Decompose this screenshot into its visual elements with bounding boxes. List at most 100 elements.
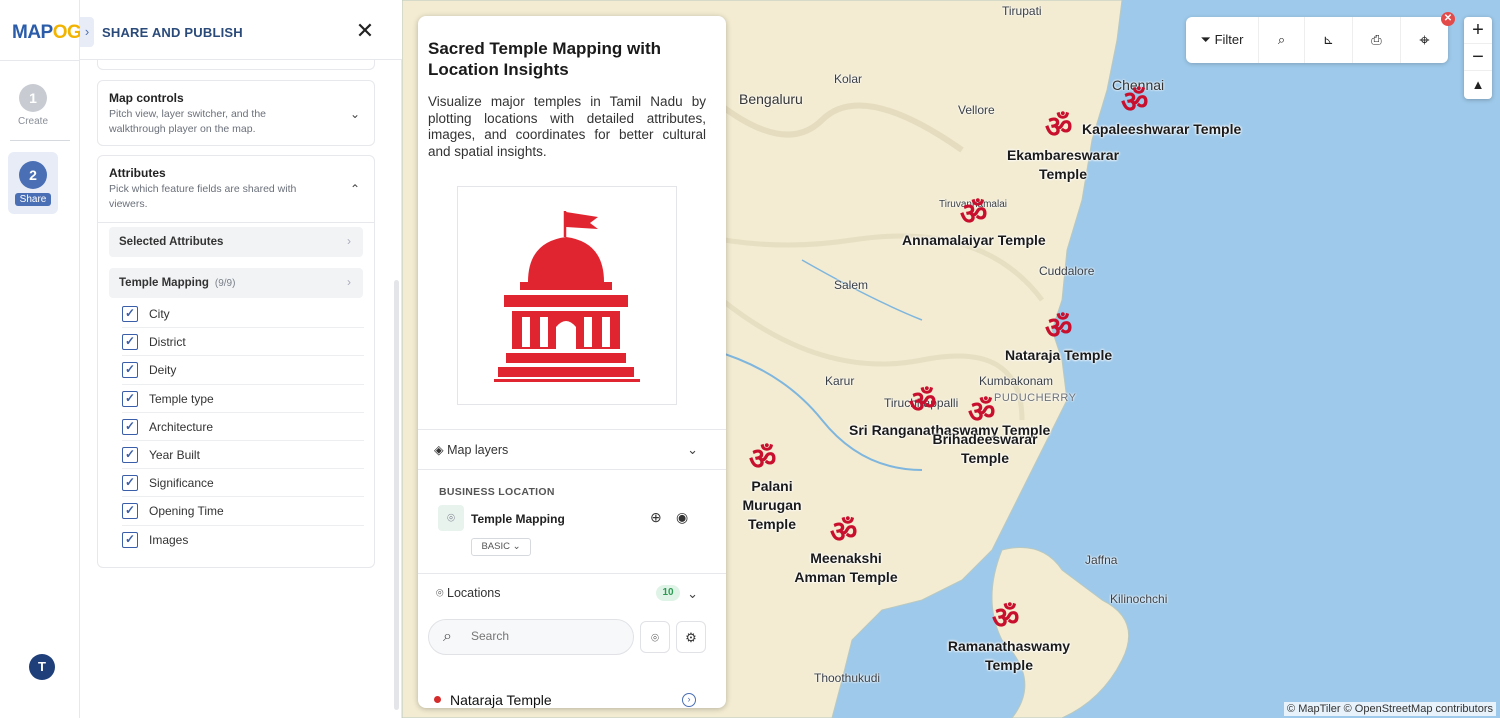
temple-image [457,186,677,405]
temple-icon [494,211,640,382]
attribute-row[interactable]: ✓ Architecture [122,413,364,441]
map-info-card: Sacred Temple Mapping with Location Insi… [418,16,726,708]
checkbox[interactable]: ✓ [122,531,138,548]
place-label: Thoothukudi [814,671,881,685]
divider [418,469,726,470]
map-layers-toggle[interactable]: ◈ Map layers [434,442,508,457]
step-number: 1 [19,84,47,112]
chevron-down-icon[interactable]: ⌄ [350,107,360,121]
card-title: Attributes [109,166,166,180]
place-label: Tirupati [1002,4,1042,18]
temple-label: Nataraja Temple [1005,347,1113,363]
checkbox[interactable]: ✓ [122,503,138,520]
om-marker-icon[interactable]: ॐ [1045,113,1072,143]
om-marker-icon[interactable]: ॐ [1045,314,1072,344]
selected-attributes-row[interactable]: Selected Attributes › [109,227,363,257]
divider [418,429,726,430]
attribute-row[interactable]: ✓ District [122,328,364,357]
zoom-in-icon[interactable]: + [1464,17,1492,44]
step-label: Share [14,193,52,206]
chevron-down-icon[interactable]: ⌄ [687,586,698,602]
location-dot [434,696,441,703]
pin-icon: ⌾ [651,630,659,645]
om-marker-icon[interactable]: ॐ [960,200,987,230]
settings-sliders-button[interactable]: ⚙ [676,621,706,653]
chevron-right-icon[interactable]: › [80,17,94,47]
checkbox[interactable]: ✓ [122,390,138,407]
temple-label: Palani Murugan Temple [742,478,802,532]
search-icon: ⌕ [443,628,452,645]
attribute-label: Significance [149,476,214,491]
chevron-right-icon[interactable]: › [682,693,696,707]
checkbox[interactable]: ✓ [122,475,138,492]
attribute-row[interactable]: ✓ Temple type [122,385,364,413]
pin-filter-button[interactable]: ⌾ [640,621,670,653]
layer-style-value: BASIC [481,541,510,552]
temple-mapping-group[interactable]: Temple Mapping (9/9) › [109,268,363,298]
close-icon[interactable]: ✕ [1441,12,1455,26]
attribute-label: Year Built [149,447,200,462]
card-description: Pick which feature fields are shared wit… [109,183,297,210]
om-marker-icon[interactable]: ॐ [1121,88,1148,118]
close-icon[interactable]: ✕ [354,20,376,42]
attribute-row[interactable]: ✓ Opening Time [122,497,364,526]
chevron-up-icon[interactable]: ⌃ [350,182,360,196]
place-label: PUDUCHERRY [994,392,1077,404]
locate-button[interactable]: ⌖ [1400,17,1448,63]
print-icon: ⎙ [1371,32,1382,47]
layer-name: Temple Mapping [471,512,565,526]
checkbox[interactable]: ✓ [122,418,138,435]
layer-style-dropdown[interactable]: BASIC ⌄ [471,538,531,556]
attribute-label: Images [149,532,189,547]
panel-scrollbar[interactable] [394,280,399,710]
attribute-row[interactable]: ✓ Images [122,526,364,554]
search-input[interactable] [471,629,621,643]
share-panel: › SHARE AND PUBLISH ✕ Map controls Pitch… [80,0,402,718]
attribute-row[interactable]: ✓ Deity [122,356,364,385]
checkbox[interactable]: ✓ [122,362,138,379]
place-label: Bengaluru [739,91,803,107]
om-marker-icon[interactable]: ॐ [830,518,857,548]
map-view[interactable]: Tirupati Kolar Bengaluru Vellore Chennai… [402,0,1500,718]
map-layers-label: Map layers [447,443,509,457]
eye-icon[interactable]: ◉ [676,509,688,526]
step-create[interactable]: 1 Create [8,84,58,127]
search-button[interactable]: ⌕ [1258,17,1304,63]
divider [418,573,726,574]
user-avatar[interactable]: T [29,654,55,680]
search-icon: ⌕ [1277,32,1286,47]
print-button[interactable]: ⎙ [1352,17,1400,63]
map-attribution: © MapTiler © OpenStreetMap contributors [1284,702,1496,716]
attribute-row[interactable]: ✓ Significance [122,469,364,498]
chevron-down-icon[interactable]: ⌄ [687,442,698,458]
locations-toggle[interactable]: ⌾ Locations [436,586,501,601]
card-title: Map controls [109,91,184,105]
om-marker-icon[interactable]: ॐ [749,445,776,475]
measure-icon: ⊾ [1323,32,1334,47]
om-marker-icon[interactable]: ॐ [968,398,995,428]
zoom-out-icon[interactable]: − [1464,44,1492,71]
attribute-label: Deity [149,363,177,378]
locations-count-badge: 10 [656,585,680,601]
measure-button[interactable]: ⊾ [1304,17,1352,63]
zoom-to-icon[interactable]: ⊕ [650,509,662,526]
step-label: Create [17,116,48,127]
attribute-row[interactable]: ✓ Year Built [122,441,364,470]
location-list-item[interactable]: Nataraja Temple [434,692,552,708]
temple-label: Kapaleeshwarar Temple [1082,121,1242,137]
filter-icon: ⏷ [1200,32,1211,47]
attribute-row[interactable]: ✓ City [122,300,364,329]
checkbox[interactable]: ✓ [122,446,138,463]
location-search[interactable]: ⌕ [428,619,634,655]
compass-icon[interactable]: ▲ [1464,71,1492,98]
checkbox[interactable]: ✓ [122,334,138,351]
filter-button[interactable]: ⏷ Filter [1186,17,1258,63]
step-share[interactable]: 2 Share [8,152,58,214]
panel-title: SHARE AND PUBLISH [102,25,243,40]
place-label: Karur [825,374,855,388]
map-controls-card[interactable]: Map controls Pitch view, layer switcher,… [97,80,375,146]
om-marker-icon[interactable]: ॐ [909,388,936,418]
checkbox[interactable]: ✓ [122,306,138,322]
attribute-label: District [149,335,186,350]
om-marker-icon[interactable]: ॐ [992,604,1019,634]
